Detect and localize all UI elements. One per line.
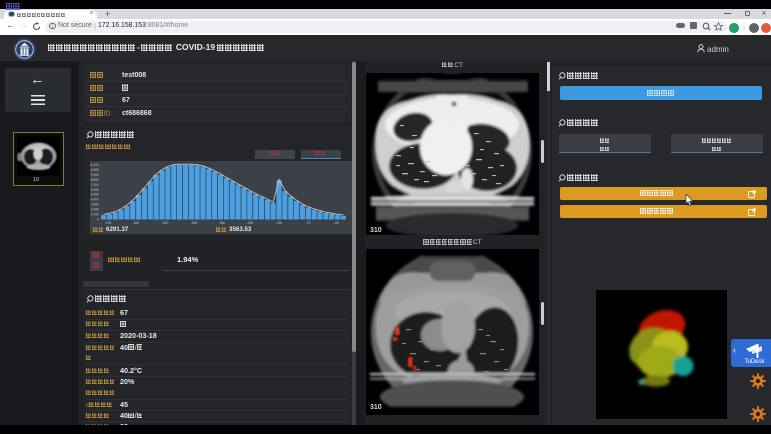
- svg-text:-160: -160: [276, 220, 283, 224]
- svg-text:11,000: 11,000: [90, 163, 99, 167]
- svg-text:10,000: 10,000: [90, 168, 99, 172]
- svg-text:0: 0: [97, 217, 99, 221]
- svg-text:5,000: 5,000: [91, 192, 99, 196]
- svg-text:-430: -430: [191, 220, 198, 224]
- svg-text:-520: -520: [162, 220, 169, 224]
- svg-text:4,000: 4,000: [91, 197, 99, 201]
- svg-text:-250: -250: [247, 220, 254, 224]
- svg-text:9,000: 9,000: [91, 172, 99, 176]
- svg-text:-340: -340: [219, 220, 226, 224]
- svg-text:8,000: 8,000: [91, 177, 99, 181]
- svg-text:--20: --20: [333, 220, 339, 224]
- svg-text:1,000: 1,000: [91, 212, 99, 216]
- svg-text:3,000: 3,000: [91, 202, 99, 206]
- svg-text:-610: -610: [133, 220, 140, 224]
- svg-text:-700: -700: [105, 220, 112, 224]
- svg-text:6,000: 6,000: [91, 187, 99, 191]
- svg-text:-70: -70: [306, 220, 311, 224]
- svg-text:2,000: 2,000: [91, 207, 99, 211]
- svg-text:7,000: 7,000: [91, 182, 99, 186]
